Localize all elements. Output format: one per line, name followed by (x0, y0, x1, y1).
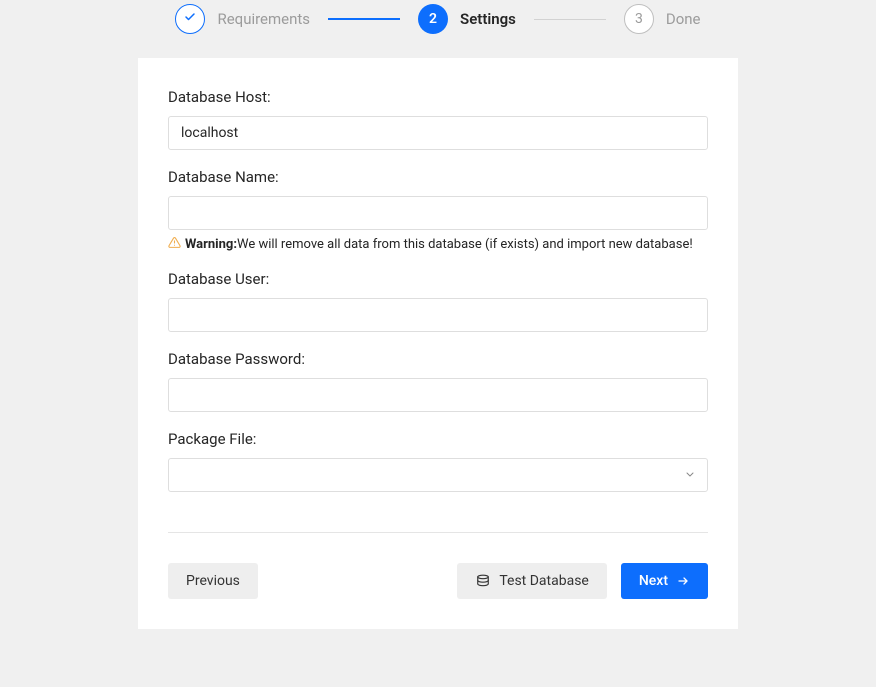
step-done: 3 Done (624, 4, 701, 34)
field-db-user: Database User: (168, 270, 708, 332)
arrow-right-icon (676, 575, 690, 587)
field-package-file: Package File: (168, 430, 708, 492)
warning-text: We will remove all data from this databa… (237, 237, 693, 252)
step-requirements: Requirements (175, 4, 310, 34)
next-button-label: Next (639, 573, 668, 589)
database-icon (475, 574, 491, 588)
label-db-password: Database Password: (168, 350, 708, 368)
previous-button-label: Previous (186, 573, 240, 589)
select-package-file[interactable] (168, 458, 708, 492)
label-package-file: Package File: (168, 430, 708, 448)
stepper-line (328, 18, 400, 20)
step-done-circle: 3 (624, 4, 654, 34)
helper-db-name: Warning:We will remove all data from thi… (168, 236, 708, 252)
stepper-line (534, 19, 606, 20)
step-settings-circle: 2 (418, 4, 448, 34)
field-db-name: Database Name: Warning:We will remove al… (168, 168, 708, 252)
input-db-user[interactable] (168, 298, 708, 332)
footer: Previous Test Database Next (168, 563, 708, 599)
field-db-password: Database Password: (168, 350, 708, 412)
step-done-number: 3 (635, 11, 643, 27)
stepper: Requirements 2 Settings 3 Done (0, 0, 876, 58)
next-button[interactable]: Next (621, 563, 708, 599)
input-db-host[interactable] (168, 116, 708, 150)
step-settings: 2 Settings (418, 4, 516, 34)
label-db-user: Database User: (168, 270, 708, 288)
warning-prefix: Warning: (185, 237, 237, 252)
step-requirements-label: Requirements (217, 10, 310, 28)
test-database-button[interactable]: Test Database (457, 563, 607, 599)
step-requirements-circle (175, 4, 205, 34)
test-database-button-label: Test Database (499, 573, 589, 589)
field-db-host: Database Host: (168, 88, 708, 150)
input-db-password[interactable] (168, 378, 708, 412)
step-done-label: Done (666, 10, 701, 28)
input-db-name[interactable] (168, 196, 708, 230)
footer-divider (168, 532, 708, 533)
label-db-host: Database Host: (168, 88, 708, 106)
step-settings-number: 2 (429, 11, 437, 27)
settings-card: Database Host: Database Name: Warning:We… (138, 58, 738, 629)
check-icon (184, 11, 196, 27)
warning-icon (168, 236, 181, 249)
label-db-name: Database Name: (168, 168, 708, 186)
previous-button[interactable]: Previous (168, 563, 258, 599)
step-settings-label: Settings (460, 10, 516, 28)
